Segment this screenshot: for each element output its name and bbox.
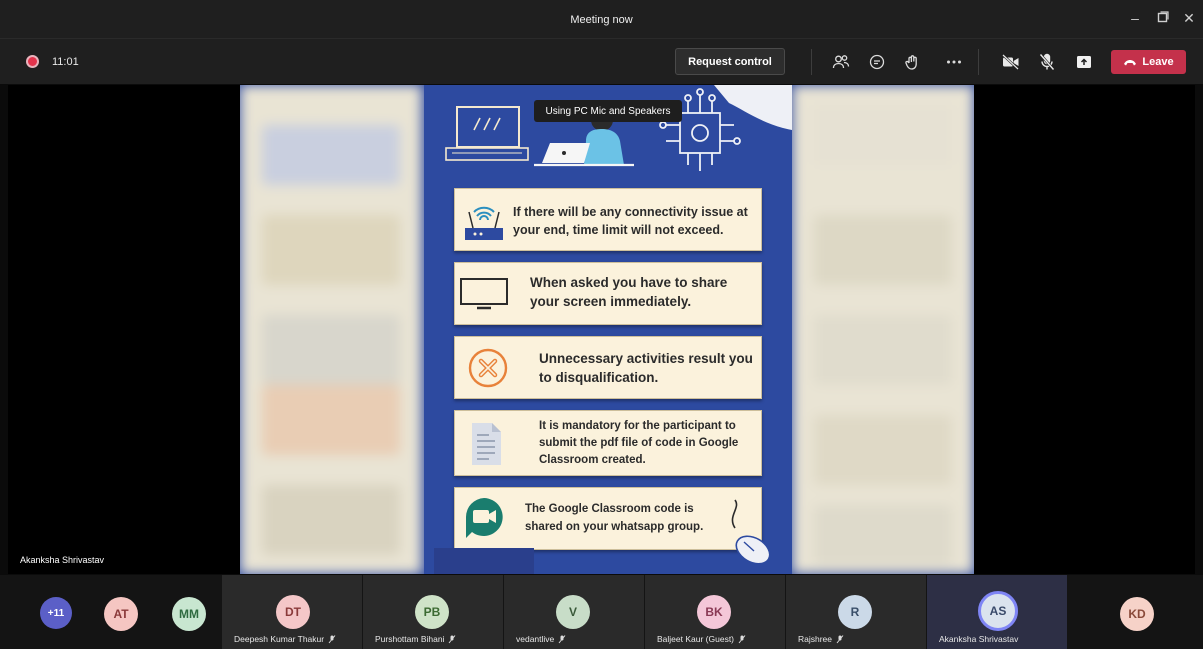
toolbar-divider bbox=[978, 49, 979, 75]
rule-text: If there will be any connectivity issue … bbox=[513, 205, 748, 237]
monitor-icon bbox=[460, 278, 508, 310]
mic-off-icon bbox=[558, 634, 566, 643]
participant-tile[interactable]: KD bbox=[1068, 575, 1203, 649]
avatar[interactable]: AT bbox=[104, 597, 138, 631]
shared-content: If there will be any connectivity issue … bbox=[240, 85, 974, 574]
request-control-button[interactable]: Request control bbox=[675, 48, 785, 75]
meeting-timer: 11:01 bbox=[52, 56, 79, 68]
avatar: KD bbox=[1120, 597, 1154, 631]
participant-tile-active-speaker[interactable]: AS Akanksha Shrivastav bbox=[927, 575, 1067, 649]
audio-device-tooltip: Using PC Mic and Speakers bbox=[534, 100, 682, 122]
participant-tile[interactable]: R Rajshree bbox=[786, 575, 926, 649]
avatar: PB bbox=[415, 595, 449, 629]
avatar: DT bbox=[276, 595, 310, 629]
wifi-router-icon bbox=[465, 206, 503, 240]
title-bar: Meeting now – ✕ bbox=[0, 0, 1203, 38]
participant-tile[interactable]: V vedantlive bbox=[504, 575, 644, 649]
rule-text: Unnecessary activities result you to dis… bbox=[539, 351, 753, 385]
participant-strip: +11 AT MM DT Deepesh Kumar Thakur PB Pur… bbox=[0, 575, 1203, 649]
close-icon[interactable]: ✕ bbox=[1179, 8, 1199, 28]
rule-card: If there will be any connectivity issue … bbox=[454, 188, 762, 251]
google-meet-icon bbox=[465, 498, 503, 538]
participant-tile[interactable]: DT Deepesh Kumar Thakur bbox=[222, 575, 362, 649]
mouse-icon bbox=[731, 499, 771, 565]
mic-off-icon bbox=[328, 634, 336, 643]
rule-text: When asked you have to share your screen… bbox=[530, 275, 728, 309]
participant-name: Deepesh Kumar Thakur bbox=[234, 634, 336, 644]
rule-card: It is mandatory for the participant to s… bbox=[454, 410, 762, 476]
mic-off-icon bbox=[836, 634, 844, 643]
mic-off-icon bbox=[449, 634, 456, 643]
share-tray-icon[interactable] bbox=[1073, 51, 1095, 73]
participant-name: vedantlive bbox=[516, 634, 566, 644]
participant-name: Purshottam Bihani bbox=[375, 634, 456, 644]
reactions-icon[interactable] bbox=[902, 51, 924, 73]
mic-off-icon[interactable] bbox=[1036, 51, 1058, 73]
toolbar-divider bbox=[811, 49, 812, 75]
rule-card: The Google Classroom code is shared on y… bbox=[454, 487, 771, 565]
avatar[interactable]: MM bbox=[172, 597, 206, 631]
participant-name: Baljeet Kaur (Guest) bbox=[657, 634, 746, 644]
avatar: V bbox=[556, 595, 590, 629]
active-speaker-name: Akanksha Shrivastav bbox=[20, 555, 105, 565]
avatar: R bbox=[838, 595, 872, 629]
minimize-icon[interactable]: – bbox=[1125, 8, 1145, 28]
participants-icon[interactable] bbox=[830, 51, 852, 73]
participant-tile[interactable]: BK Baljeet Kaur (Guest) bbox=[645, 575, 785, 649]
window-title: Meeting now bbox=[570, 14, 633, 26]
camera-off-icon[interactable] bbox=[1000, 51, 1022, 73]
chat-icon[interactable] bbox=[866, 51, 888, 73]
rule-card: When asked you have to share your screen… bbox=[454, 262, 762, 325]
avatar: BK bbox=[697, 595, 731, 629]
participant-name: Akanksha Shrivastav bbox=[939, 634, 1019, 644]
participant-name: Rajshree bbox=[798, 634, 844, 644]
meeting-toolbar: 11:01 Request control Leave bbox=[0, 38, 1203, 84]
maximize-icon[interactable] bbox=[1153, 8, 1173, 28]
avatar: AS bbox=[978, 591, 1018, 631]
rule-card: Unnecessary activities result you to dis… bbox=[454, 336, 762, 399]
document-icon bbox=[472, 423, 501, 465]
rule-text: The Google Classroom code is shared on y… bbox=[525, 503, 704, 533]
record-dot-icon bbox=[26, 55, 39, 68]
cancel-circle-icon bbox=[468, 348, 508, 388]
torn-paper-decoration bbox=[434, 548, 534, 574]
blurred-background-left bbox=[240, 85, 422, 574]
participant-tile[interactable]: PB Purshottam Bihani bbox=[363, 575, 503, 649]
blurred-background-right bbox=[792, 85, 974, 574]
leave-label: Leave bbox=[1142, 56, 1174, 68]
more-icon[interactable] bbox=[943, 51, 965, 73]
rule-text: It is mandatory for the participant to s… bbox=[539, 420, 739, 466]
mic-off-icon bbox=[738, 634, 746, 643]
overflow-participants-button[interactable]: +11 bbox=[40, 597, 72, 629]
leave-button[interactable]: Leave bbox=[1111, 50, 1186, 74]
rules-poster: If there will be any connectivity issue … bbox=[424, 85, 792, 574]
hang-up-icon bbox=[1124, 60, 1137, 66]
